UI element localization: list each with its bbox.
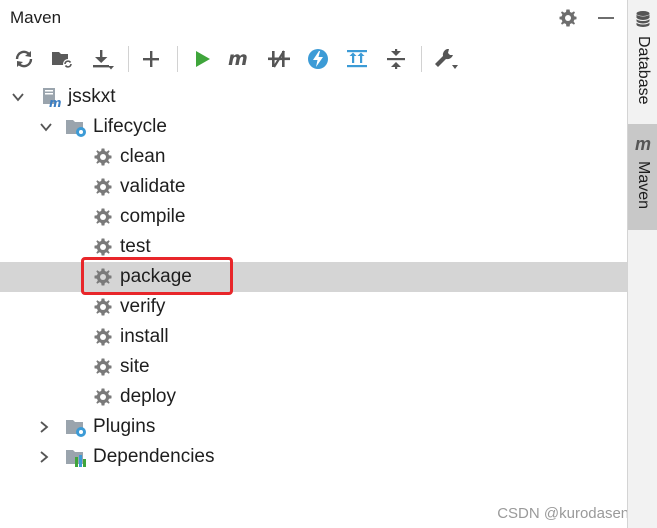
dependencies-label: Dependencies	[93, 446, 215, 467]
goal-label: clean	[120, 146, 166, 167]
gear-icon	[92, 176, 114, 198]
maven-tool-window: Maven m m jsskxt Lifecycle clean validat…	[0, 0, 645, 528]
tree-item-goal[interactable]: validate	[0, 172, 627, 202]
settings-wrench-icon[interactable]	[432, 45, 460, 73]
maven-goal-icon[interactable]: m	[226, 45, 254, 73]
tree-item-goal[interactable]: deploy	[0, 382, 627, 412]
plugins-label: Plugins	[93, 416, 156, 437]
goal-label: test	[120, 236, 151, 257]
goal-label: site	[120, 356, 150, 377]
goal-label: validate	[120, 176, 186, 197]
tree-item-goal-selected[interactable]: package	[0, 262, 627, 292]
tree-item-goal[interactable]: install	[0, 322, 627, 352]
gear-icon	[92, 266, 114, 288]
project-name: jsskxt	[68, 86, 116, 107]
svg-text:m: m	[228, 48, 248, 70]
svg-text:m: m	[49, 96, 62, 108]
run-icon[interactable]	[188, 45, 216, 73]
maven-project-icon: m	[40, 86, 62, 108]
skip-tests-icon[interactable]	[304, 45, 332, 73]
maven-toolbar: m	[0, 40, 627, 78]
minimize-icon[interactable]	[594, 6, 618, 30]
toolbar-separator	[421, 46, 422, 72]
chevron-down-icon[interactable]	[10, 89, 26, 105]
tab-label: Maven	[635, 161, 652, 210]
maven-icon: m	[634, 134, 651, 154]
toolbar-separator	[128, 46, 129, 72]
gear-icon	[92, 206, 114, 228]
gear-icon	[92, 326, 114, 348]
gear-icon	[92, 146, 114, 168]
tree-item-project[interactable]: m jsskxt	[0, 82, 627, 112]
gear-icon	[92, 296, 114, 318]
goal-label: compile	[120, 206, 186, 227]
tree-item-goal[interactable]: test	[0, 232, 627, 262]
tool-window-header: Maven	[0, 0, 627, 36]
tree-item-goal[interactable]: site	[0, 352, 627, 382]
reload-icon[interactable]	[10, 45, 38, 73]
tree-item-plugins[interactable]: Plugins	[0, 412, 627, 442]
collapse-all-icon[interactable]	[382, 45, 410, 73]
tab-database[interactable]: Database	[628, 0, 657, 118]
tree-item-goal[interactable]: clean	[0, 142, 627, 172]
tree-item-goal[interactable]: verify	[0, 292, 627, 322]
lifecycle-label: Lifecycle	[93, 116, 167, 137]
right-tool-strip: Database m Maven	[627, 0, 657, 528]
gear-icon	[92, 236, 114, 258]
goal-label: verify	[120, 296, 166, 317]
chevron-right-icon[interactable]	[36, 449, 52, 465]
tree-item-lifecycle[interactable]: Lifecycle	[0, 112, 627, 142]
chevron-right-icon[interactable]	[36, 419, 52, 435]
show-dependencies-icon[interactable]	[343, 45, 371, 73]
goal-label: install	[120, 326, 169, 347]
dependencies-folder-icon	[65, 446, 87, 468]
goal-label: deploy	[120, 386, 176, 407]
add-icon[interactable]	[137, 45, 165, 73]
tab-label: Database	[635, 36, 652, 105]
gear-icon[interactable]	[556, 6, 580, 30]
lifecycle-folder-icon	[65, 116, 87, 138]
generate-sources-icon[interactable]	[48, 45, 76, 73]
toggle-offline-icon[interactable]	[265, 45, 293, 73]
database-icon	[632, 8, 654, 30]
tab-maven[interactable]: m Maven	[628, 124, 657, 230]
chevron-down-icon[interactable]	[38, 119, 54, 135]
panel-title: Maven	[10, 8, 62, 27]
plugins-folder-icon	[65, 416, 87, 438]
tree-item-dependencies[interactable]: Dependencies	[0, 442, 627, 472]
gear-icon	[92, 386, 114, 408]
tree-item-goal[interactable]: compile	[0, 202, 627, 232]
toolbar-separator	[177, 46, 178, 72]
download-icon[interactable]	[88, 45, 116, 73]
watermark: CSDN @kurodasense	[497, 505, 645, 522]
gear-icon	[92, 356, 114, 378]
goal-label: package	[120, 266, 192, 287]
